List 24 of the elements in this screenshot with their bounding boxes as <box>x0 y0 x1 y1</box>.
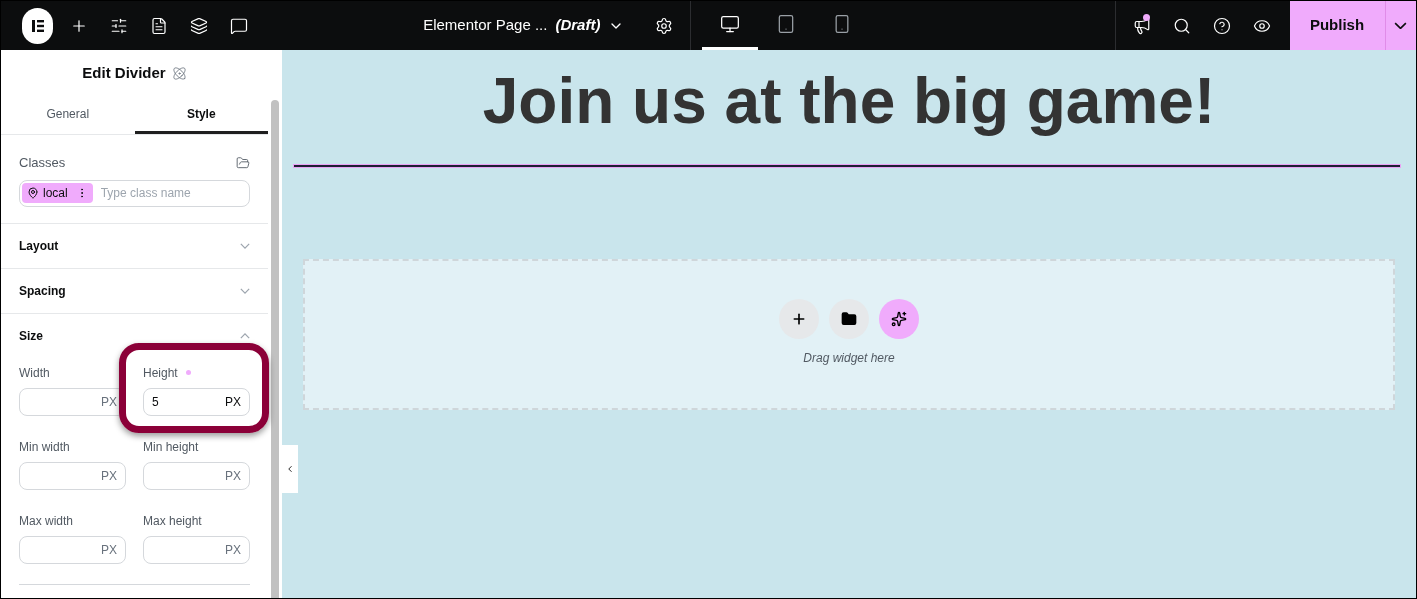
classes-label: Classes <box>19 154 66 172</box>
section-header[interactable]: Size <box>1 313 268 359</box>
field-label: Max height <box>143 512 202 530</box>
size-field[interactable]: PX <box>19 535 126 564</box>
field-label: Min width <box>19 438 70 456</box>
section-header[interactable]: Spacing <box>1 268 268 314</box>
page-heading: Join us at the big game! <box>481 66 1217 136</box>
section-header[interactable]: Layout <box>1 223 268 269</box>
size-field[interactable]: PX <box>19 461 126 490</box>
field-label: Width <box>19 364 50 382</box>
classes-field[interactable]: local Type class name <box>19 179 250 207</box>
page-title-menu[interactable]: Elementor Page ... (Draft) <box>423 1 625 51</box>
drop-hint: Drag widget here <box>803 350 895 367</box>
field-label: Max width <box>19 512 74 530</box>
field-label: Min height <box>143 438 199 456</box>
size-field[interactable]: 5 PX <box>143 387 250 416</box>
size-field[interactable]: PX <box>143 535 250 564</box>
size-field[interactable]: PX <box>143 461 250 490</box>
class-chip[interactable]: local <box>22 183 93 203</box>
panel-tab[interactable]: Style <box>134 96 268 134</box>
field-label: Height <box>143 364 178 382</box>
panel-tab[interactable]: General <box>1 96 135 134</box>
panel-title: Edit Divider <box>82 62 166 83</box>
publish-button[interactable]: Publish <box>1289 1 1385 50</box>
